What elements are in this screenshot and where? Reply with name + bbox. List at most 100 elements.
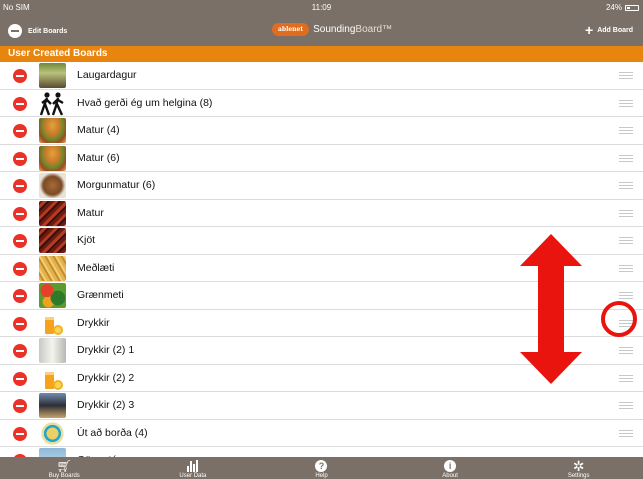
tab-label: About xyxy=(442,473,458,479)
board-row[interactable]: Laugardagur xyxy=(0,62,643,90)
gear-icon: ✲ xyxy=(572,458,585,474)
burger-icon xyxy=(39,118,66,143)
tab-help[interactable]: ? Help xyxy=(257,457,386,479)
logo-badge: ablenet xyxy=(272,23,310,36)
board-row[interactable]: Matur (6) xyxy=(0,144,643,172)
nav-bar: Edit Boards ablenet SoundingBoard™ + Add… xyxy=(0,16,643,46)
badge-icon xyxy=(39,420,66,446)
board-name: Morgunmatur (6) xyxy=(77,179,156,191)
app-name: SoundingBoard™ xyxy=(313,24,392,35)
board-name: Út að borða (4) xyxy=(77,426,148,439)
board-name: Drykkir (2) 2 xyxy=(77,371,135,384)
tab-about[interactable]: i About xyxy=(386,457,515,479)
tab-settings[interactable]: ✲ Settings xyxy=(514,457,643,479)
delete-circle-icon[interactable] xyxy=(13,124,27,138)
delete-circle-icon[interactable] xyxy=(13,96,27,111)
board-row[interactable]: Út að borða (4) xyxy=(0,419,643,447)
edit-boards-label: Edit Boards xyxy=(28,27,68,35)
delete-circle-icon[interactable] xyxy=(13,151,27,166)
bar-chart-icon xyxy=(187,460,199,472)
add-board-label: Add Board xyxy=(597,26,633,34)
board-name: Laugardagur xyxy=(77,69,137,81)
board-name: Drykkir xyxy=(77,316,110,329)
board-name: Matur (6) xyxy=(77,151,120,164)
tab-label: Help xyxy=(315,473,328,479)
battery-indicator: 24% xyxy=(606,3,639,12)
orange-juice-icon xyxy=(39,310,66,336)
edit-boards-button[interactable]: Edit Boards xyxy=(8,24,67,38)
board-row[interactable]: Morgunmatur (6) xyxy=(0,172,643,200)
reorder-handle-icon[interactable] xyxy=(619,237,633,245)
sky-photo-icon xyxy=(39,448,66,457)
clock: 11:09 xyxy=(311,3,332,12)
delete-circle-icon[interactable] xyxy=(13,426,27,441)
board-name: Meðlæti xyxy=(77,261,115,274)
tab-label: User Data xyxy=(179,473,207,479)
board-name: Matur xyxy=(77,206,104,219)
meat-icon xyxy=(39,200,66,226)
reorder-handle-icon[interactable] xyxy=(619,347,633,355)
reorder-handle-icon[interactable] xyxy=(619,264,633,273)
board-row[interactable]: Matur (4) xyxy=(0,117,643,145)
meat-icon xyxy=(39,228,66,253)
board-name: Drykkir (2) 3 xyxy=(77,399,135,411)
delete-circle-icon[interactable] xyxy=(13,344,27,358)
app-name-bold: Sounding xyxy=(313,24,356,35)
board-name: Drykkir (2) 1 xyxy=(77,344,135,356)
burger-icon xyxy=(39,145,66,171)
status-bar: No SIM 11:09 24% xyxy=(0,0,643,16)
tab-user-data[interactable]: User Data xyxy=(129,457,258,479)
reorder-handle-icon[interactable] xyxy=(619,292,633,300)
delete-circle-icon[interactable] xyxy=(13,289,27,303)
app-screen: No SIM 11:09 24% Edit Boards ablenet Sou… xyxy=(0,0,643,479)
tab-label: Buy Boards xyxy=(48,473,80,479)
reorder-handle-icon[interactable] xyxy=(619,374,633,383)
milk-icon xyxy=(39,338,66,363)
app-logo: ablenet SoundingBoard™ xyxy=(272,23,392,36)
delete-circle-icon[interactable] xyxy=(13,69,27,83)
reorder-handle-icon[interactable] xyxy=(619,402,633,410)
delete-circle-icon[interactable] xyxy=(13,179,27,193)
delete-circle-icon[interactable] xyxy=(13,399,27,413)
board-row[interactable]: Göngutúr xyxy=(0,447,643,457)
reorder-handle-icon[interactable] xyxy=(619,127,633,135)
tab-buy-boards[interactable]: 🛒︎ Buy Boards xyxy=(0,457,129,479)
delete-circle-icon[interactable] xyxy=(13,261,27,276)
highlight-circle xyxy=(601,301,637,337)
reorder-handle-icon[interactable] xyxy=(619,72,633,80)
add-board-button[interactable]: + Add Board xyxy=(585,22,633,38)
delete-circle-icon[interactable] xyxy=(13,206,27,221)
info-icon: i xyxy=(444,460,457,472)
board-name: Matur (4) xyxy=(77,124,120,136)
delete-circle-icon[interactable] xyxy=(13,371,27,386)
board-row[interactable]: Drykkir (2) 3 xyxy=(0,392,643,420)
orange-juice-icon xyxy=(39,365,66,391)
battery-percent: 24% xyxy=(605,3,622,12)
app-name-light: Board™ xyxy=(355,24,393,35)
bowl-icon xyxy=(39,173,66,198)
reorder-handle-icon[interactable] xyxy=(619,182,633,190)
board-row[interactable]: Matur xyxy=(0,199,643,227)
delete-circle-icon[interactable] xyxy=(13,234,27,248)
board-name: Kjöt xyxy=(77,234,96,246)
outdoor-photo-icon xyxy=(39,63,66,88)
tab-label: Settings xyxy=(567,473,590,479)
cart-icon: 🛒︎ xyxy=(56,459,72,473)
delete-circle-icon[interactable] xyxy=(13,316,27,331)
section-header: User Created Boards xyxy=(0,46,643,62)
double-arrow-icon xyxy=(520,234,582,384)
vegetables-icon xyxy=(39,283,66,308)
plus-icon: + xyxy=(585,22,594,38)
reorder-handle-icon[interactable] xyxy=(619,209,633,218)
bottle-icon xyxy=(39,393,66,418)
reorder-handle-icon[interactable] xyxy=(619,429,633,438)
board-name: Grænmeti xyxy=(77,289,124,301)
help-icon: ? xyxy=(315,460,328,472)
fries-icon xyxy=(39,255,66,281)
board-row[interactable]: Hvað gerði ég um helgina (8) xyxy=(0,89,643,117)
reorder-handle-icon[interactable] xyxy=(619,154,633,163)
tab-bar: 🛒︎ Buy Boards User Data ? Help i About ✲… xyxy=(0,457,643,479)
hikers-icon xyxy=(39,90,66,116)
board-name: Hvað gerði ég um helgina (8) xyxy=(77,96,213,109)
reorder-handle-icon[interactable] xyxy=(619,99,633,108)
